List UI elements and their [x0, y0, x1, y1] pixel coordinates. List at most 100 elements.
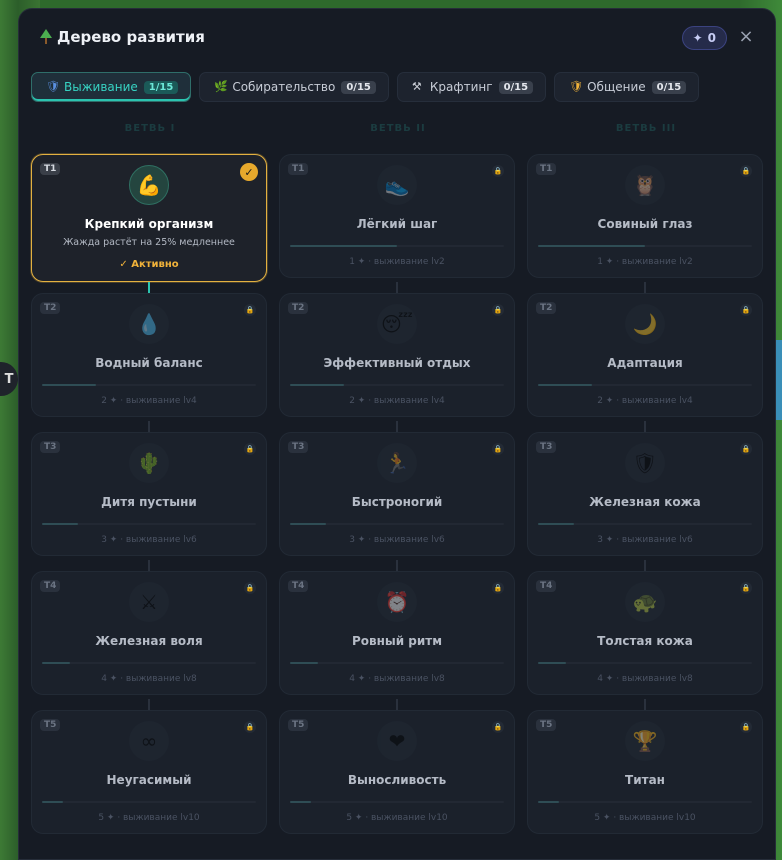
- lock-icon: 🔒: [492, 304, 504, 316]
- tab-3[interactable]: 🛡 Общение 0/15: [554, 72, 700, 102]
- progress-bar: [290, 662, 504, 664]
- skill-name: Ровный ритм: [351, 634, 443, 648]
- skill-name: Адаптация: [607, 356, 683, 370]
- tier-badge: T1: [288, 163, 309, 175]
- skill-node[interactable]: T2 🔒 😴 Эффективный отдых 2 ✦ · выживание lv4: [279, 293, 515, 417]
- modal-header: Дерево развития ✦ 0 ×: [19, 9, 775, 67]
- connector: [148, 421, 150, 432]
- progress-bar: [290, 384, 504, 386]
- connector: [644, 560, 646, 571]
- skill-requirement: 2 ✦ · выживание lv4: [349, 396, 445, 406]
- skill-icon: 💪: [129, 165, 169, 205]
- skill-node[interactable]: T2 🔒 💧 Водный баланс 2 ✦ · выживание lv4: [31, 293, 267, 417]
- lock-icon: 🔒: [244, 443, 256, 455]
- lock-icon: 🔒: [492, 721, 504, 733]
- side-panel-toggle[interactable]: T: [0, 362, 18, 396]
- branch-label-2: ВЕТВЬ II: [370, 123, 426, 134]
- progress-fill: [290, 384, 344, 386]
- leaf-icon: 🌿: [214, 80, 229, 93]
- connector: [148, 699, 150, 710]
- sparkle-icon: ✦: [692, 31, 703, 45]
- skill-name: Крепкий организм: [84, 217, 214, 231]
- tier-badge: T4: [536, 580, 557, 592]
- skill-tree-modal: Дерево развития ✦ 0 × 🛡 Выживание 1/15 🌿 Соб…: [18, 8, 776, 860]
- tree-icon: [40, 29, 52, 44]
- tab-0[interactable]: 🛡 Выживание 1/15: [31, 72, 192, 102]
- skill-requirement: 4 ✦ · выживание lv8: [597, 674, 693, 684]
- progress-bar: [538, 801, 752, 803]
- skill-node[interactable]: T5 🔒 ∞ Неугасимый 5 ✦ · выживание lv10: [31, 710, 267, 834]
- progress-bar: [538, 523, 752, 525]
- progress-bar: [290, 523, 504, 525]
- tab-1[interactable]: 🌿 Собирательство 0/15: [199, 72, 389, 102]
- tab-label: Общение: [587, 80, 646, 94]
- tier-badge: T2: [40, 302, 61, 314]
- tier-badge: T1: [536, 163, 557, 175]
- skill-node[interactable]: T1 ✓ 💪 Крепкий организм Жажда растёт на 25% …: [31, 154, 267, 282]
- skill-icon: 🐢: [625, 582, 665, 622]
- skill-node[interactable]: T3 🔒 🌵 Дитя пустыни 3 ✦ · выживание lv6: [31, 432, 267, 556]
- lock-icon: 🔒: [740, 721, 752, 733]
- skill-node[interactable]: T4 🔒 ⏰ Ровный ритм 4 ✦ · выживание lv8: [279, 571, 515, 695]
- lock-icon: 🔒: [244, 582, 256, 594]
- skill-icon: ❤: [377, 721, 417, 761]
- tab-count: 1/15: [143, 80, 179, 94]
- tab-label: Выживание: [64, 80, 138, 94]
- progress-fill: [290, 523, 327, 525]
- tier-badge: T5: [40, 719, 61, 731]
- tab-count: 0/15: [341, 80, 376, 94]
- connector: [148, 282, 150, 293]
- skill-points-badge: ✦ 0: [681, 26, 727, 50]
- close-icon: ×: [738, 25, 754, 47]
- skill-icon: 🏃: [377, 443, 417, 483]
- progress-bar: [538, 384, 752, 386]
- skill-node[interactable]: T3 🔒 🏃 Быстроногий 3 ✦ · выживание lv6: [279, 432, 515, 556]
- progress-fill: [290, 801, 312, 803]
- tier-badge: T3: [536, 441, 557, 453]
- tier-badge: T5: [288, 719, 309, 731]
- close-button[interactable]: ×: [735, 25, 757, 47]
- skill-requirement: 3 ✦ · выживание lv6: [349, 535, 445, 545]
- skill-name: Железная кожа: [589, 495, 701, 509]
- lock-icon: 🔒: [492, 582, 504, 594]
- lock-icon: 🔒: [492, 443, 504, 455]
- skill-points-value: 0: [707, 31, 716, 45]
- lock-icon: 🔒: [740, 304, 752, 316]
- shield-icon: 🛡: [46, 80, 60, 93]
- progress-fill: [538, 662, 566, 664]
- skill-name: Эффективный отдых: [323, 356, 471, 370]
- skill-node[interactable]: T1 🔒 🦉 Совиный глаз 1 ✦ · выживание lv2: [527, 154, 763, 278]
- progress-bar: [538, 662, 752, 664]
- skill-node[interactable]: T1 🔒 👟 Лёгкий шаг 1 ✦ · выживание lv2: [279, 154, 515, 278]
- skill-name: Дитя пустыни: [101, 495, 197, 509]
- skill-node[interactable]: T5 🔒 🏆 Титан 5 ✦ · выживание lv10: [527, 710, 763, 834]
- progress-fill: [538, 245, 645, 247]
- skill-node[interactable]: T4 🔒 🐢 Толстая кожа 4 ✦ · выживание lv8: [527, 571, 763, 695]
- skill-name: Быстроногий: [351, 495, 443, 509]
- skill-name: Неугасимый: [106, 773, 192, 787]
- skill-node[interactable]: T3 🔒 🛡 Железная кожа 3 ✦ · выживание lv6: [527, 432, 763, 556]
- connector: [644, 282, 646, 293]
- tab-count: 0/15: [498, 80, 534, 94]
- progress-fill: [42, 662, 70, 664]
- tier-badge: T2: [536, 302, 557, 314]
- skill-icon: 🦉: [625, 165, 665, 205]
- skill-node[interactable]: T4 🔒 ⚔ Железная воля 4 ✦ · выживание lv8: [31, 571, 267, 695]
- skill-requirement: 3 ✦ · выживание lv6: [101, 535, 197, 545]
- skill-node[interactable]: T5 🔒 ❤ Выносливость 5 ✦ · выживание lv10: [279, 710, 515, 834]
- skill-requirement: 4 ✦ · выживание lv8: [101, 674, 197, 684]
- progress-bar: [42, 801, 256, 803]
- modal-title: Дерево развития: [57, 28, 205, 46]
- tab-2[interactable]: ⚒ Крафтинг 0/15: [396, 72, 547, 102]
- check-icon: ✓: [240, 163, 258, 181]
- tier-badge: T2: [288, 302, 309, 314]
- progress-fill: [290, 245, 397, 247]
- tier-badge: T3: [40, 441, 61, 453]
- skill-icon: 🌙: [625, 304, 665, 344]
- skill-node[interactable]: T2 🔒 🌙 Адаптация 2 ✦ · выживание lv4: [527, 293, 763, 417]
- skill-icon: ∞: [129, 721, 169, 761]
- progress-fill: [42, 384, 96, 386]
- progress-fill: [538, 384, 592, 386]
- tab-label: Собирательство: [232, 80, 336, 94]
- skill-requirement: 2 ✦ · выживание lv4: [101, 396, 197, 406]
